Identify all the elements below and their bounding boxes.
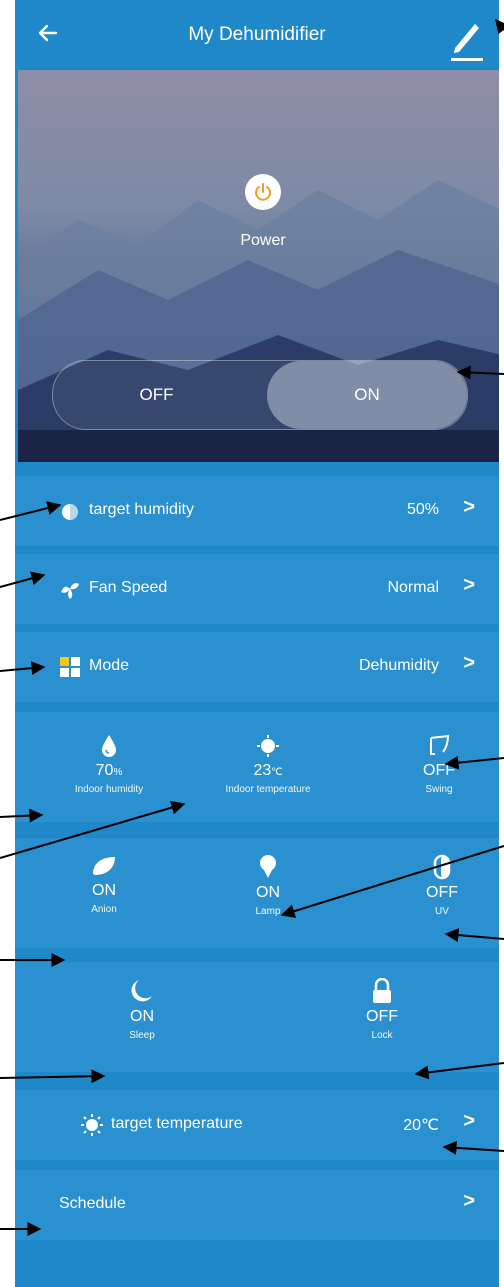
lock-cell[interactable]: OFF Lock [337,978,427,1041]
anion-label: Anion [91,904,117,915]
swing-label: Swing [425,784,453,795]
mode-row[interactable]: Mode Dehumidity > [15,632,499,702]
swing-value: OFF [423,762,455,779]
lock-icon [373,978,391,1003]
mode-label: Mode [89,657,130,674]
fan-speed-row[interactable]: Fan Speed Normal > [15,554,499,624]
sleep-lock-panel: ON Sleep OFF Lock [15,962,499,1072]
sun-icon [81,1114,103,1136]
power-on-option[interactable]: ON [267,361,467,429]
sleep-cell[interactable]: ON Sleep [97,978,187,1041]
indoor-humidity-unit: % [113,767,123,778]
fan-icon [61,583,79,599]
anion-value: ON [92,882,116,899]
edit-button[interactable] [447,14,487,64]
uv-cell[interactable]: OFF UV [397,854,487,917]
uv-value: OFF [426,884,458,901]
target-humidity-label: target humidity [89,501,194,518]
fan-speed-value: Normal [387,579,439,596]
swing-cell[interactable]: OFF Swing [399,734,479,795]
sleep-label: Sleep [129,1030,155,1041]
uv-label: UV [435,906,449,917]
target-humidity-row[interactable]: target humidity 50% > [15,476,499,546]
target-temperature-value: 20℃ [403,1117,439,1134]
chevron-right-icon: > [463,1190,475,1212]
power-icon [255,183,271,201]
indoor-temperature-value: 23 [253,762,272,779]
humidity-drop-icon [62,504,78,520]
indoor-humidity-label: Indoor humidity [74,784,144,795]
schedule-row[interactable]: Schedule > [15,1170,499,1240]
uv-icon [433,854,451,880]
water-drop-icon [102,735,116,757]
lock-label: Lock [371,1030,393,1041]
fan-speed-label: Fan Speed [89,579,168,596]
indoor-temperature-cell: 23℃ Indoor temperature [203,734,333,795]
chevron-right-icon: > [463,574,475,596]
pencil-icon [451,24,483,61]
readings-panel: 70% Indoor humidity 23℃ Indoor temperatu… [15,712,499,822]
top-bar: My Dehumidifier [15,0,499,80]
sun-icon [257,735,279,757]
indoor-temperature-unit: ℃ [271,767,283,778]
lamp-label: Lamp [255,906,281,917]
anion-cell[interactable]: ON Anion [59,854,149,915]
indoor-temperature-label: Indoor temperature [225,784,311,795]
sleep-value: ON [130,1008,154,1025]
page-title: My Dehumidifier [188,24,326,45]
power-button[interactable] [245,174,281,210]
schedule-label: Schedule [59,1195,126,1212]
swing-icon [430,734,450,755]
power-off-option[interactable]: OFF [53,361,260,429]
chevron-right-icon: > [463,496,475,518]
features-panel: ON Anion ON Lamp OFF UV [15,838,499,948]
target-temperature-row[interactable]: target temperature 20℃ > [15,1090,499,1160]
indoor-humidity-value: 70 [95,762,114,779]
power-label: Power [240,232,286,249]
grid-mode-icon [60,657,80,677]
target-humidity-value: 50% [406,501,439,518]
lock-value: OFF [366,1008,398,1025]
lamp-cell[interactable]: ON Lamp [223,854,313,917]
lamp-value: ON [256,884,280,901]
target-temperature-label: target temperature [111,1115,243,1132]
app-screen: My Dehumidifier Power OFF ON target humi… [15,0,499,1287]
chevron-right-icon: > [463,1110,475,1132]
mode-value: Dehumidity [358,657,439,674]
leaf-icon [93,857,115,875]
power-panel: Power OFF ON [18,70,499,462]
moon-icon [131,980,152,1002]
power-toggle: OFF ON [52,360,468,430]
chevron-right-icon: > [463,652,475,674]
lightbulb-icon [260,855,276,878]
indoor-humidity-cell: 70% Indoor humidity [59,734,159,795]
